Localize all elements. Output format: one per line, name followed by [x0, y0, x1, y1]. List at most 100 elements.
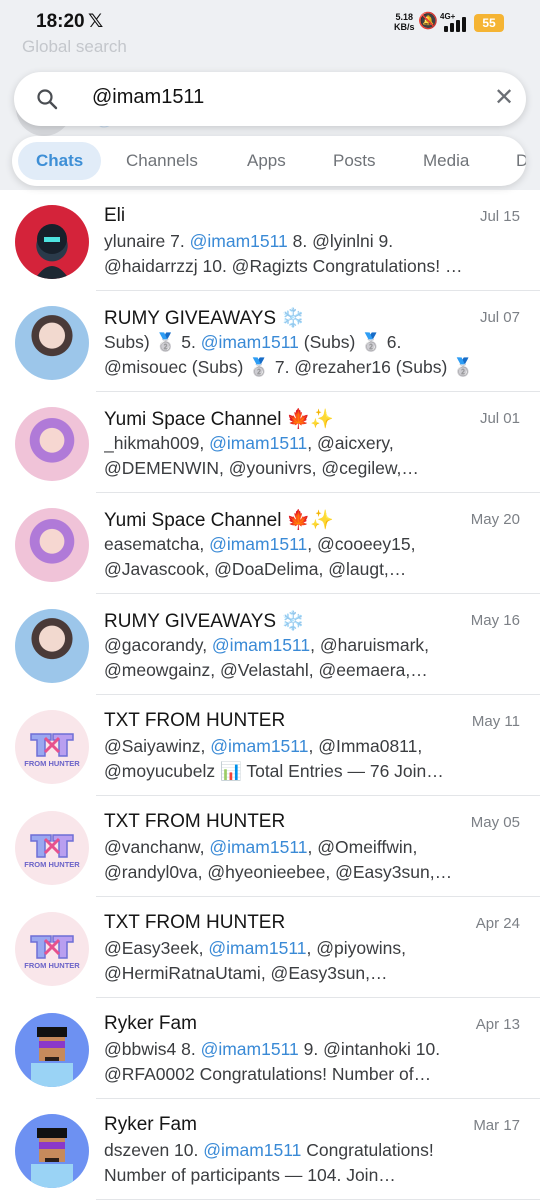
- avatar: [15, 205, 89, 279]
- result-snippet-line1: @vanchanw, @imam1511, @Omeiffwin,: [104, 837, 522, 858]
- result-snippet-line1: @Saiyawinz, @imam1511, @Imma0811,: [104, 736, 522, 757]
- snippet-text: @gacorandy,: [104, 635, 212, 655]
- result-date: Mar 17: [473, 1117, 520, 1134]
- snippet-text: easematcha,: [104, 534, 210, 554]
- result-date: Jul 15: [479, 208, 520, 225]
- snippet-text: _hikmah009,: [104, 433, 210, 453]
- search-result-row[interactable]: Yumi Space Channel 🍁✨ May 20 easematcha, @…: [0, 493, 540, 594]
- result-date: Jul 01: [479, 410, 520, 427]
- highlighted-match: @imam1511: [200, 332, 299, 352]
- header-title: Global search: [22, 37, 127, 56]
- avatar: [15, 1013, 89, 1087]
- snippet-text: , @cooeey15,: [307, 534, 416, 554]
- search-result-row[interactable]: FROM HUNTER TXT FROM HUNTER May 11 @Saiyawi…: [0, 695, 540, 796]
- search-result-row[interactable]: FROM HUNTER TXT FROM HUNTER Apr 24 @Easy3e…: [0, 897, 540, 998]
- search-result-row[interactable]: Eli Jul 15 ylunaire 7. @imam1511 8. @lyinl…: [0, 190, 540, 291]
- signal-icon: 4G+: [440, 12, 470, 32]
- highlighted-match: @imam1511: [209, 534, 308, 554]
- signal-label: 4G+: [440, 12, 456, 21]
- result-snippet-line1: ylunaire 7. @imam1511 8. @lyinlni 9.: [104, 231, 522, 252]
- highlighted-match: @imam1511: [203, 1140, 302, 1160]
- search-result-row[interactable]: FROM HUNTER TXT FROM HUNTER May 05 @vancha…: [0, 796, 540, 897]
- search-result-row[interactable]: RUMY GIVEAWAYS ❄️ May 16 @gacorandy, @imam…: [0, 594, 540, 695]
- highlighted-match: @imam1511: [210, 736, 309, 756]
- avatar-logo-text: FROM HUNTER: [24, 759, 80, 768]
- tab-media[interactable]: Media: [423, 142, 469, 180]
- x-app-icon: 𝕏: [88, 11, 104, 32]
- result-date: Apr 24: [475, 915, 520, 932]
- result-date: Apr 13: [475, 1016, 520, 1033]
- bell-muted-icon: 🔕: [418, 13, 438, 30]
- snippet-text: 8. @lyinlni 9.: [287, 231, 394, 251]
- result-date: May 16: [470, 612, 520, 629]
- highlighted-match: @imam1511: [209, 433, 308, 453]
- close-icon[interactable]: ✕: [494, 85, 514, 111]
- tab-posts[interactable]: Posts: [333, 142, 376, 180]
- result-title: TXT FROM HUNTER: [104, 710, 286, 731]
- highlighted-match: @imam1511: [211, 635, 311, 655]
- search-result-row[interactable]: Ryker Fam Mar 17 dszeven 10. @imam1511 Con…: [0, 1099, 540, 1200]
- result-snippet-line1: @gacorandy, @imam1511, @haruismark,: [104, 635, 522, 656]
- avatar-logo-text: FROM HUNTER: [24, 961, 80, 970]
- result-title: TXT FROM HUNTER: [104, 811, 286, 832]
- search-bar[interactable]: @imam1511 ✕: [14, 72, 526, 126]
- tab-more[interactable]: D: [516, 142, 526, 180]
- search-result-row[interactable]: Ryker Fam Apr 13 @bbwis4 8. @imam1511 9. …: [0, 998, 540, 1099]
- result-title: Yumi Space Channel 🍁✨: [104, 409, 335, 430]
- highlighted-match: @imam1511: [208, 938, 307, 958]
- result-snippet-line1: easematcha, @imam1511, @cooeey15,: [104, 534, 522, 555]
- result-snippet-line1: @Easy3eek, @imam1511, @piyowins,: [104, 938, 522, 959]
- result-snippet-line1: Subs) 🥈 5. @imam1511 (Subs) 🥈 6.: [104, 332, 522, 353]
- highlighted-match: @imam1511: [209, 837, 308, 857]
- result-snippet-line2: @RFA0002 Congratulations! Number of…: [104, 1064, 432, 1084]
- result-title: RUMY GIVEAWAYS ❄️: [104, 308, 306, 329]
- result-snippet-line2: @haidarrzzj 10. @Ragizts Congratulations…: [104, 256, 463, 276]
- result-snippet-line2: @randyl0va, @hyeonieebee, @Easy3sun,…: [104, 862, 453, 882]
- result-snippet-line2: Number of participants — 104. Join…: [104, 1165, 396, 1185]
- network-speed-value: 5.18: [395, 12, 414, 22]
- search-input[interactable]: @imam1511: [92, 86, 204, 109]
- snippet-text: @Easy3eek,: [104, 938, 209, 958]
- tab-channels[interactable]: Channels: [126, 142, 198, 180]
- network-speed-unit: KB/s: [394, 22, 415, 32]
- snippet-text: Congratulations!: [301, 1140, 434, 1160]
- network-speed: 5.18 KB/s: [394, 12, 415, 32]
- result-snippet-line1: @bbwis4 8. @imam1511 9. @intanhoki 10.: [104, 1039, 522, 1060]
- avatar: FROM HUNTER: [15, 912, 89, 986]
- tab-apps[interactable]: Apps: [247, 142, 286, 180]
- result-snippet-line2: @moyucubelz 📊 Total Entries — 76 Join…: [104, 761, 444, 781]
- status-time: 18:20: [36, 11, 85, 32]
- highlighted-match: @imam1511: [189, 231, 288, 251]
- snippet-text: ylunaire 7.: [104, 231, 190, 251]
- result-date: May 05: [470, 814, 520, 831]
- search-result-row[interactable]: RUMY GIVEAWAYS ❄️ Jul 07 Subs) 🥈 5. @imam1…: [0, 291, 540, 392]
- result-title: TXT FROM HUNTER: [104, 912, 286, 933]
- snippet-text: @Saiyawinz,: [104, 736, 211, 756]
- avatar: FROM HUNTER: [15, 811, 89, 885]
- snippet-text: , @Imma0811,: [308, 736, 423, 756]
- snippet-text: @vanchanw,: [104, 837, 210, 857]
- result-snippet-line2: @HermiRatnaUtami, @Easy3sun,…: [104, 963, 388, 983]
- snippet-text: 9. @intanhoki 10.: [298, 1039, 441, 1059]
- result-snippet-line2: @meowgainz, @Velastahl, @eemaera,…: [104, 660, 428, 680]
- search-tabs: Chats Channels Apps Posts Media D: [12, 136, 526, 186]
- result-title: Eli: [104, 205, 126, 226]
- search-result-row[interactable]: Yumi Space Channel 🍁✨ Jul 01 _hikmah009, @…: [0, 392, 540, 493]
- snippet-text: Subs) 🥈 5.: [104, 332, 201, 352]
- avatar: [15, 306, 89, 380]
- snippet-text: dszeven 10.: [104, 1140, 204, 1160]
- highlighted-match: @imam1511: [200, 1039, 299, 1059]
- result-title: Ryker Fam: [104, 1013, 197, 1034]
- result-title: Yumi Space Channel 🍁✨: [104, 510, 335, 531]
- snippet-text: @bbwis4 8.: [104, 1039, 201, 1059]
- avatar: FROM HUNTER: [15, 710, 89, 784]
- snippet-text: , @piyowins,: [306, 938, 406, 958]
- avatar-logo-text: FROM HUNTER: [24, 860, 80, 869]
- snippet-text: , @aicxery,: [307, 433, 394, 453]
- result-date: Jul 07: [479, 309, 520, 326]
- result-date: May 11: [471, 713, 520, 730]
- avatar: [15, 407, 89, 481]
- result-snippet-line2: @Javascook, @DoaDelima, @laugt,…: [104, 559, 407, 579]
- tab-chats[interactable]: Chats: [18, 142, 102, 180]
- avatar: [15, 508, 89, 582]
